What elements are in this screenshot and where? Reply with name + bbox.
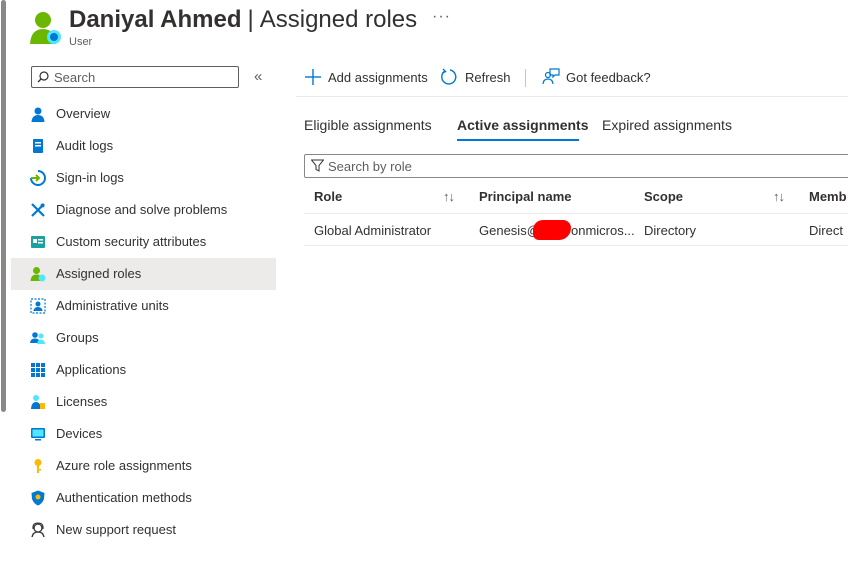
shield-icon [31, 490, 45, 506]
sidebar-item-groups[interactable]: Groups [11, 322, 276, 354]
sidebar-item-assigned-roles[interactable]: Assigned roles [11, 258, 276, 290]
book-icon [33, 139, 43, 153]
sidebar-item-sign-in-logs[interactable]: Sign-in logs [11, 162, 276, 194]
user-icon [31, 107, 45, 122]
user-role-icon [30, 267, 46, 282]
apps-grid-icon [31, 363, 45, 377]
sidebar-item-label: Administrative units [56, 298, 169, 313]
active-tab-indicator [457, 139, 579, 141]
sidebar-item-label: Azure role assignments [56, 458, 192, 473]
sidebar-item-label: Assigned roles [56, 266, 142, 281]
role-search-box[interactable] [304, 154, 848, 178]
sign-in-icon [30, 170, 46, 186]
tab-eligible-assignments[interactable]: Eligible assignments [304, 117, 432, 133]
sidebar-item-label: Licenses [56, 394, 108, 409]
column-header-principal-name[interactable]: Principal name [479, 189, 571, 204]
admin-units-icon [30, 298, 46, 314]
blade-title: Assigned roles [259, 6, 418, 33]
page-scrollbar[interactable] [0, 0, 6, 562]
table-row-divider [304, 245, 848, 246]
device-icon [31, 428, 45, 441]
search-icon [37, 71, 49, 83]
sidebar-item-label: Authentication methods [56, 490, 192, 505]
column-header-membership[interactable]: Memb [809, 189, 847, 204]
toolbar-divider [525, 69, 526, 87]
sidebar-item-applications[interactable]: Applications [11, 354, 276, 386]
more-options-button[interactable]: ··· [432, 8, 451, 26]
filter-icon [311, 159, 324, 172]
column-header-scope[interactable]: Scope [644, 189, 683, 204]
sidebar-nav: Overview Audit logs Sign-in logs Diagnos… [11, 98, 276, 546]
refresh-icon [441, 68, 457, 85]
sort-role-icon[interactable]: ↑↓ [443, 189, 455, 204]
sidebar-item-authentication-methods[interactable]: Authentication methods [11, 482, 276, 514]
column-header-role[interactable]: Role [314, 189, 342, 204]
sidebar-item-label: Diagnose and solve problems [56, 202, 228, 217]
sidebar-item-label: Groups [56, 330, 99, 345]
scrollbar-thumb[interactable] [1, 0, 6, 412]
page-subtitle: User [69, 36, 93, 48]
groups-icon [30, 332, 45, 344]
sidebar-search-input[interactable] [54, 68, 234, 86]
wrench-icon [31, 203, 45, 217]
sidebar-item-administrative-units[interactable]: Administrative units [11, 290, 276, 322]
key-icon [34, 459, 42, 473]
collapse-sidebar-button[interactable]: « [254, 68, 262, 85]
sidebar-item-label: Devices [56, 426, 103, 441]
redaction-mark [533, 220, 571, 240]
tab-active-assignments[interactable]: Active assignments [457, 117, 589, 133]
sidebar-item-label: Sign-in logs [56, 170, 124, 185]
sidebar-item-diagnose[interactable]: Diagnose and solve problems [11, 194, 276, 226]
feedback-icon [542, 68, 560, 85]
sidebar-item-label: Applications [56, 362, 127, 377]
plus-icon [305, 69, 321, 85]
support-icon [31, 522, 45, 538]
command-bar: Add assignments Refresh Got feedback? [296, 60, 848, 97]
role-search-input[interactable] [328, 158, 828, 174]
refresh-label: Refresh [465, 70, 511, 85]
cell-scope: Directory [644, 223, 697, 238]
sidebar-item-label: Overview [56, 106, 111, 121]
attributes-icon [31, 236, 45, 248]
table-header-divider [304, 213, 848, 214]
cell-role: Global Administrator [314, 223, 432, 238]
sidebar-item-custom-security-attributes[interactable]: Custom security attributes [11, 226, 276, 258]
sidebar-item-label: New support request [56, 522, 176, 537]
license-icon [31, 395, 45, 409]
cell-principal-suffix: onmicros... [571, 223, 635, 238]
cell-membership: Direct [809, 223, 843, 238]
sidebar-item-audit-logs[interactable]: Audit logs [11, 130, 276, 162]
sidebar-item-devices[interactable]: Devices [11, 418, 276, 450]
sidebar-item-azure-role-assignments[interactable]: Azure role assignments [11, 450, 276, 482]
user-avatar-icon [30, 12, 61, 44]
tab-expired-assignments[interactable]: Expired assignments [602, 117, 732, 133]
sidebar-item-label: Custom security attributes [56, 234, 207, 249]
sidebar-item-overview[interactable]: Overview [11, 98, 276, 130]
sort-scope-icon[interactable]: ↑↓ [773, 189, 785, 204]
user-name: Daniyal Ahmed [69, 6, 242, 33]
title-separator: | [247, 6, 254, 33]
feedback-label: Got feedback? [566, 70, 651, 85]
add-assignments-label: Add assignments [328, 70, 428, 85]
cell-principal-prefix: Genesis@ [479, 223, 540, 238]
sidebar-item-new-support-request[interactable]: New support request [11, 514, 276, 546]
sidebar-search[interactable] [31, 66, 239, 88]
sidebar-item-licenses[interactable]: Licenses [11, 386, 276, 418]
sidebar-item-label: Audit logs [56, 138, 114, 153]
page-title: Daniyal Ahmed | Assigned roles [69, 6, 417, 34]
